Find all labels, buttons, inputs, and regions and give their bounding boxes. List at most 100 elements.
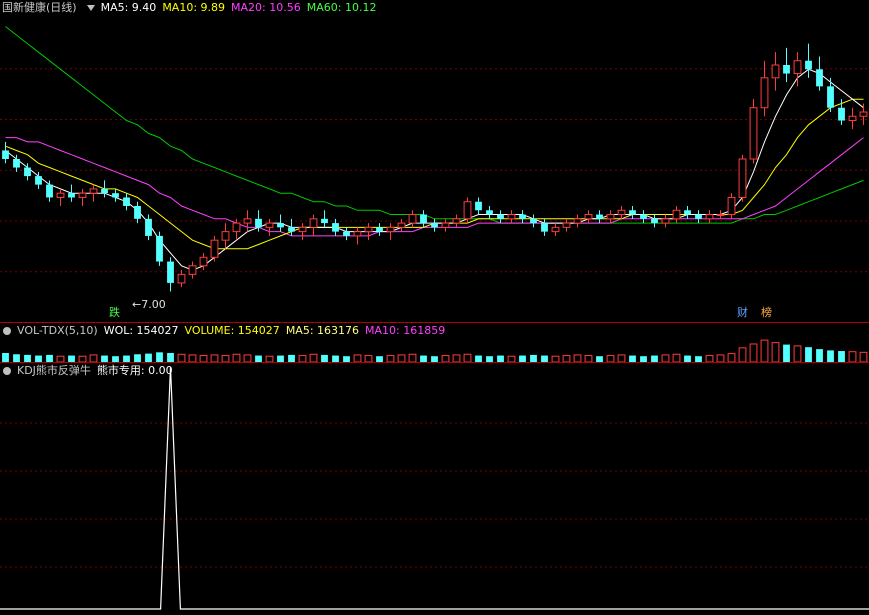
kdj-header: KDJ熊市反弹牛 熊市专用: 0.00: [0, 363, 179, 379]
volume-bar: [2, 352, 9, 362]
candle-body: [629, 210, 636, 215]
candle-body: [805, 60, 812, 70]
vol-title[interactable]: VOL-TDX(5,10): [17, 324, 98, 337]
badge-drop[interactable]: 跌: [108, 307, 121, 319]
candle-body: [68, 193, 75, 198]
candle-body: [265, 222, 274, 228]
candle-body: [89, 188, 98, 194]
candle-body: [101, 188, 108, 194]
ma-label: MA20: 10.56: [231, 1, 301, 14]
kdj-chart[interactable]: [0, 363, 869, 615]
volume-bar: [530, 354, 537, 362]
volume-bar: [13, 354, 20, 362]
volume-bar: [672, 353, 681, 363]
kdj-title[interactable]: KDJ熊市反弹牛: [17, 364, 91, 377]
volume-bar: [408, 353, 417, 363]
volume-bar: [397, 354, 406, 363]
candle-body: [78, 192, 87, 198]
price-panel[interactable]: 国新健康(日线) MA5: 9.40 MA10: 9.89 MA20: 10.56 MA…: [0, 0, 869, 322]
candle-body: [397, 222, 406, 228]
ma-label: MA5: 9.40: [100, 1, 157, 14]
badge-list[interactable]: 榜: [760, 307, 773, 319]
candle-body: [519, 214, 526, 219]
candle-body: [24, 167, 31, 177]
candle-body: [199, 256, 208, 267]
candle-body: [771, 64, 780, 79]
candle-body: [408, 214, 417, 224]
candle-body: [475, 201, 482, 211]
candle-body: [507, 214, 516, 220]
volume-bar: [749, 343, 758, 363]
candle-body: [232, 222, 241, 233]
candle-body: [541, 223, 548, 232]
volume-bar: [145, 353, 152, 362]
ma-label: MA10: 9.89: [162, 1, 226, 14]
candle-body: [56, 192, 65, 198]
candle-body: [827, 86, 834, 108]
candle-body: [486, 210, 493, 215]
candle-body: [431, 223, 438, 228]
candle-body: [497, 214, 504, 219]
candle-body: [145, 218, 152, 236]
dropdown-triangle-icon[interactable]: [86, 5, 95, 11]
volume-bar: [859, 351, 868, 363]
price-chart[interactable]: [0, 0, 869, 322]
candle-body: [640, 214, 647, 219]
volume-bar: [46, 354, 53, 362]
volume-bar: [156, 352, 163, 362]
price-header: 国新健康(日线) MA5: 9.40 MA10: 9.89 MA20: 10.56 MA…: [0, 0, 388, 16]
ma60-line: [5, 26, 864, 224]
candle-body: [188, 265, 197, 275]
indicator-dot-icon[interactable]: [3, 327, 11, 335]
candle-body: [838, 107, 845, 121]
candle-body: [695, 214, 702, 219]
volume-bar: [177, 353, 186, 363]
candle-body: [353, 231, 362, 237]
candle-body: [760, 77, 769, 109]
candle-body: [727, 196, 736, 216]
candle-body: [420, 214, 427, 224]
candle-body: [848, 115, 857, 122]
volume-bar: [167, 352, 174, 362]
volume-bar: [288, 354, 295, 362]
candle-body: [562, 222, 571, 228]
volume-bar: [452, 354, 461, 363]
volume-bar: [848, 351, 857, 363]
candle-body: [321, 218, 328, 224]
candle-body: [573, 218, 582, 224]
volume-bar: [727, 353, 736, 363]
candle-body: [112, 193, 119, 198]
volume-bar: [463, 353, 472, 363]
volume-bar: [232, 353, 241, 363]
volume-bar: [783, 344, 790, 362]
ma-labels: MA5: 9.40 MA10: 9.89 MA20: 10.56 MA60: 10.1…: [101, 1, 383, 14]
volume-bar: [309, 353, 318, 363]
candle-body: [783, 65, 790, 74]
volume-bar: [661, 354, 670, 363]
candle-body: [343, 231, 350, 236]
kdj-value: 熊市专用: 0.00: [96, 364, 173, 377]
volume-bar: [716, 354, 725, 363]
volume-bar: [353, 354, 362, 363]
candle-body: [584, 214, 593, 220]
candle-body: [177, 273, 186, 284]
candle-body: [167, 261, 174, 283]
kdj-panel[interactable]: KDJ熊市反弹牛 熊市专用: 0.00: [0, 363, 869, 615]
candle-body: [452, 218, 461, 224]
ma-label: MA60: 10.12: [306, 1, 377, 14]
candle-body: [859, 111, 868, 117]
candle-body: [134, 206, 141, 219]
candle-body: [672, 209, 681, 220]
volume-panel[interactable]: VOL-TDX(5,10) WOL: 154027 VOLUME: 154027 MA…: [0, 323, 869, 363]
volume-bar: [760, 339, 769, 363]
indicator-dot-icon[interactable]: [3, 367, 11, 375]
volume-bar: [738, 347, 747, 363]
volume-bar: [188, 354, 197, 363]
candle-body: [376, 227, 383, 232]
volume-bar: [805, 347, 812, 362]
candle-body: [716, 214, 725, 217]
candle-body: [364, 226, 373, 233]
candle-body: [463, 201, 472, 220]
badge-finance[interactable]: 财: [736, 307, 749, 319]
volume-bar: [134, 354, 141, 362]
